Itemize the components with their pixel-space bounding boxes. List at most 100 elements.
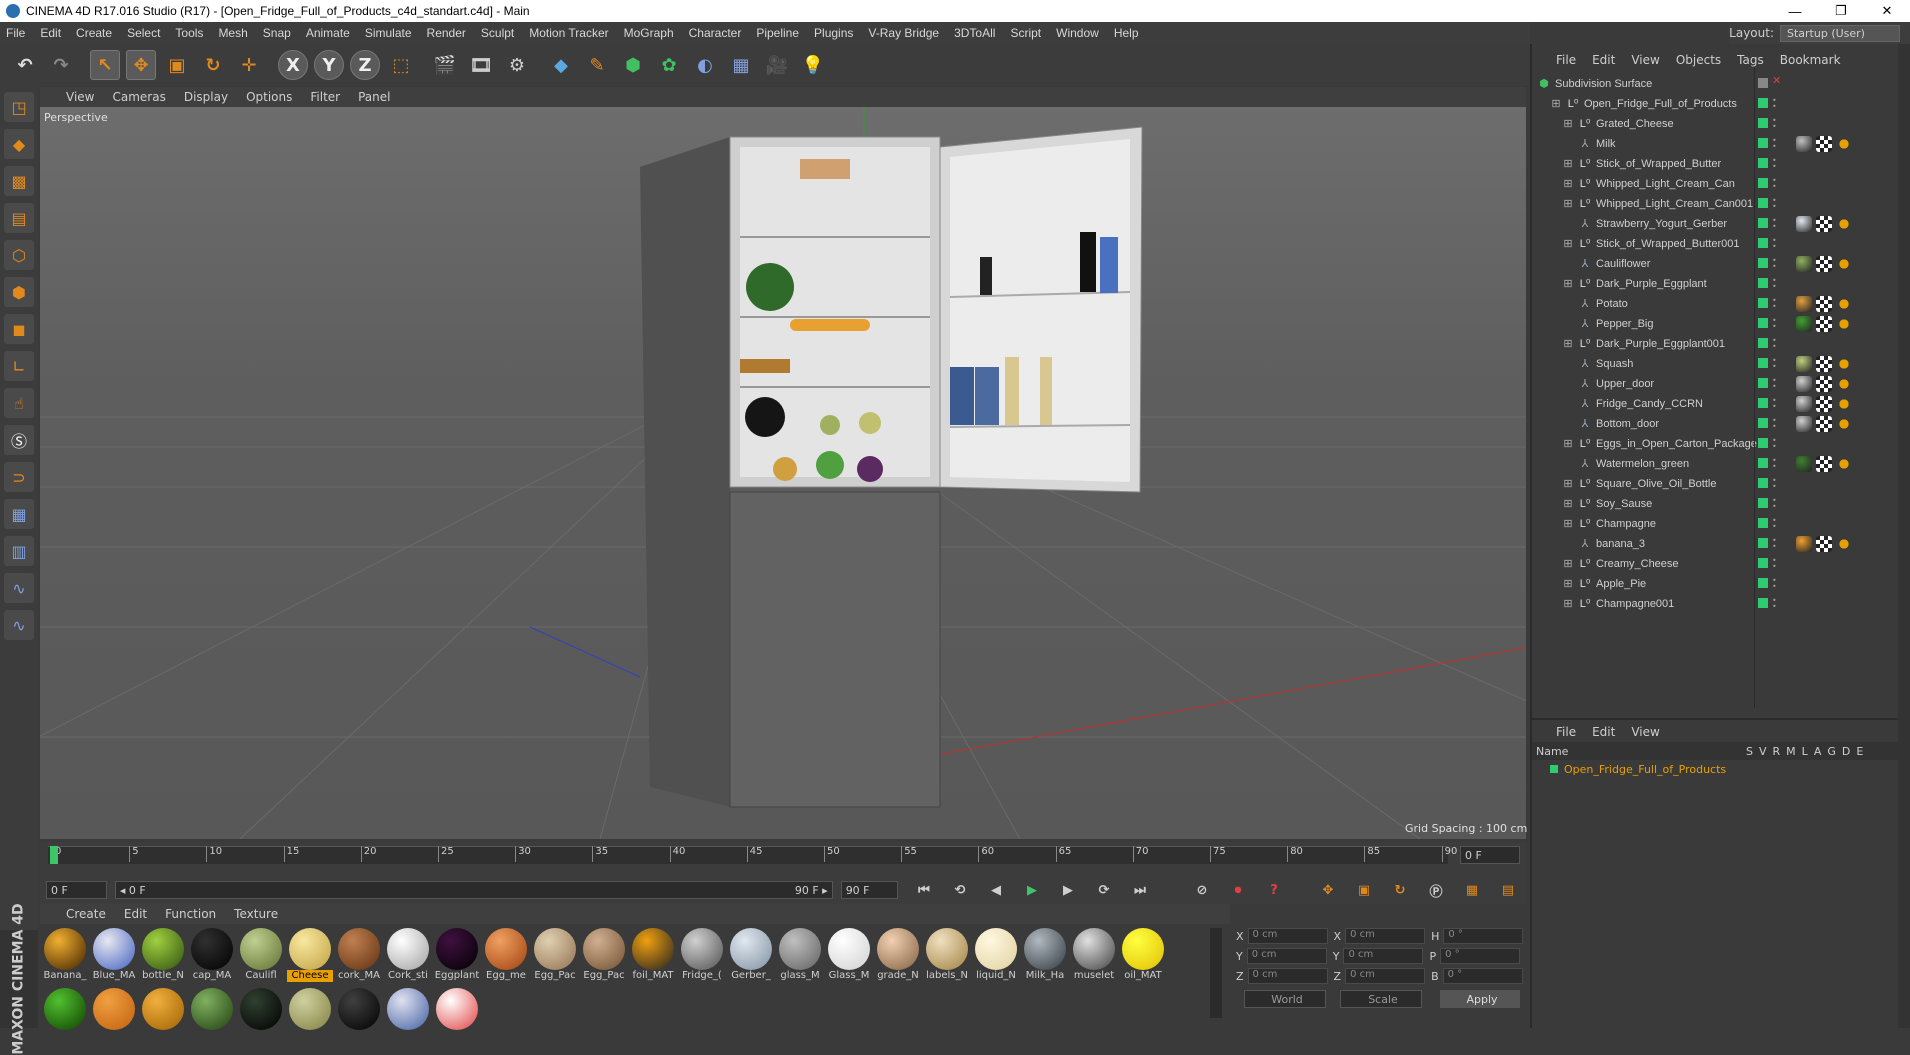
undo-button[interactable]: ↶ bbox=[10, 50, 40, 80]
layer-col-d[interactable]: D bbox=[1842, 745, 1850, 758]
material-swatch[interactable] bbox=[189, 986, 235, 1030]
scale-dropdown[interactable]: Scale bbox=[1340, 990, 1422, 1008]
material-swatch[interactable]: Blue_MA bbox=[91, 926, 137, 986]
texture-tag-icon[interactable] bbox=[1836, 296, 1852, 312]
material-swatch[interactable]: cap_MA bbox=[189, 926, 235, 986]
object-row[interactable]: ⊞ L⁰ Stick_of_Wrapped_Butter001 bbox=[1532, 234, 1902, 254]
layer-col-s[interactable]: S bbox=[1746, 745, 1753, 758]
python-icon[interactable]: ∿ bbox=[4, 573, 34, 603]
material-swatch[interactable]: Fridge_( bbox=[679, 926, 725, 986]
expand-icon[interactable]: ⊞ bbox=[1562, 118, 1574, 130]
polygons-mode-icon[interactable]: ◼ bbox=[4, 314, 34, 344]
menu-sculpt[interactable]: Sculpt bbox=[481, 26, 514, 40]
material-swatch[interactable]: Egg_Pac bbox=[532, 926, 578, 986]
material-swatch[interactable]: muselet bbox=[1071, 926, 1117, 986]
python-script-icon[interactable]: ∿ bbox=[4, 610, 34, 640]
autokey-icon[interactable]: ? bbox=[1262, 879, 1286, 901]
uvw-tag-icon[interactable] bbox=[1816, 256, 1832, 272]
material-swatch[interactable]: cork_MA bbox=[336, 926, 382, 986]
make-editable-icon[interactable]: ◳ bbox=[4, 92, 34, 122]
viewport-menu-options[interactable]: Options bbox=[246, 90, 292, 104]
maximize-button[interactable]: ❐ bbox=[1818, 0, 1864, 22]
viewport-menu-panel[interactable]: Panel bbox=[358, 90, 390, 104]
expand-icon[interactable] bbox=[1562, 378, 1574, 390]
uvw-tag-icon[interactable] bbox=[1816, 416, 1832, 432]
render-settings-button[interactable]: ⚙ bbox=[502, 50, 532, 80]
menu-script[interactable]: Script bbox=[1010, 26, 1041, 40]
texture-tag-icon[interactable] bbox=[1836, 356, 1852, 372]
visibility-toggle[interactable] bbox=[1758, 98, 1768, 108]
material-swatch[interactable] bbox=[42, 986, 88, 1030]
material-tag-icon[interactable] bbox=[1796, 356, 1812, 372]
material-tag-icon[interactable] bbox=[1796, 296, 1812, 312]
menu-file[interactable]: File bbox=[6, 26, 25, 40]
material-swatch[interactable]: Cheese bbox=[287, 926, 333, 986]
rotate-button[interactable]: ↻ bbox=[198, 50, 228, 80]
material-swatch[interactable]: Egg_me bbox=[483, 926, 529, 986]
visibility-toggle[interactable] bbox=[1758, 358, 1768, 368]
texture-tag-icon[interactable] bbox=[1836, 536, 1852, 552]
render-visibility-dots[interactable]: • • bbox=[1772, 217, 1777, 231]
material-swatch[interactable] bbox=[287, 986, 333, 1030]
visibility-toggle[interactable] bbox=[1758, 338, 1768, 348]
material-swatch[interactable] bbox=[385, 986, 431, 1030]
layer-row[interactable]: Open_Fridge_Full_of_Products bbox=[1532, 760, 1898, 778]
object-row[interactable]: ⊞ L⁰ Apple_Pie bbox=[1532, 574, 1902, 594]
material-swatch[interactable]: Cork_sti bbox=[385, 926, 431, 986]
current-frame-field[interactable]: 0 F bbox=[1460, 846, 1520, 864]
tweak-mode-icon[interactable]: ☝ bbox=[4, 388, 34, 418]
menu-snap[interactable]: Snap bbox=[263, 26, 291, 40]
layer-col-e[interactable]: E bbox=[1856, 745, 1863, 758]
visibility-toggle[interactable] bbox=[1758, 238, 1768, 248]
layer-menu-edit[interactable]: Edit bbox=[1592, 725, 1615, 739]
render-visibility-dots[interactable]: • • bbox=[1772, 157, 1777, 171]
coord-field[interactable]: 0 cm bbox=[1345, 968, 1426, 984]
object-menu-bookmark[interactable]: Bookmark bbox=[1780, 53, 1841, 67]
visibility-toggle[interactable] bbox=[1758, 158, 1768, 168]
expand-icon[interactable]: ⊞ bbox=[1562, 598, 1574, 610]
expand-icon[interactable] bbox=[1562, 398, 1574, 410]
object-row[interactable]: ⊞ L⁰ Dark_Purple_Eggplant bbox=[1532, 274, 1902, 294]
visibility-toggle[interactable] bbox=[1758, 318, 1768, 328]
coord-field[interactable]: 0 cm bbox=[1345, 928, 1426, 944]
visibility-toggle[interactable] bbox=[1758, 578, 1768, 588]
material-tag-icon[interactable] bbox=[1796, 136, 1812, 152]
material-swatch[interactable]: bottle_N bbox=[140, 926, 186, 986]
material-tag-icon[interactable] bbox=[1796, 376, 1812, 392]
visibility-toggle[interactable] bbox=[1758, 298, 1768, 308]
subdivision-button[interactable]: ⬢ bbox=[618, 50, 648, 80]
workplane-icon[interactable]: ▤ bbox=[4, 203, 34, 233]
layer-col-l[interactable]: L bbox=[1802, 745, 1808, 758]
render-visibility-dots[interactable]: • • bbox=[1772, 577, 1777, 591]
material-swatch[interactable]: labels_N bbox=[924, 926, 970, 986]
goto-end-icon[interactable]: ⏭ bbox=[1128, 879, 1152, 901]
prev-key-icon[interactable]: ⟲ bbox=[948, 879, 972, 901]
object-menu-tags[interactable]: Tags bbox=[1737, 53, 1764, 67]
texture-tag-icon[interactable] bbox=[1836, 316, 1852, 332]
render-visibility-dots[interactable]: • • bbox=[1772, 277, 1777, 291]
next-frame-icon[interactable]: ▶ bbox=[1056, 879, 1080, 901]
visibility-toggle[interactable] bbox=[1758, 378, 1768, 388]
perspective-viewport[interactable] bbox=[40, 87, 1526, 839]
edges-mode-icon[interactable]: ⬢ bbox=[4, 277, 34, 307]
coord-field[interactable]: 0 ° bbox=[1442, 968, 1523, 984]
material-swatch[interactable]: grade_N bbox=[875, 926, 921, 986]
material-swatch[interactable] bbox=[140, 986, 186, 1030]
material-swatch[interactable]: Eggplant bbox=[434, 926, 480, 986]
coord-field[interactable]: 0 cm bbox=[1247, 968, 1328, 984]
render-visibility-dots[interactable]: • • bbox=[1772, 457, 1777, 471]
object-row[interactable]: ⊞ L⁰ Champagne001 bbox=[1532, 594, 1902, 614]
play-icon[interactable]: ▶ bbox=[1020, 879, 1044, 901]
axis-mode-icon[interactable]: ∟ bbox=[4, 351, 34, 381]
render-visibility-dots[interactable]: • • bbox=[1772, 197, 1777, 211]
expand-icon[interactable] bbox=[1562, 538, 1574, 550]
visibility-toggle[interactable] bbox=[1758, 178, 1768, 188]
expand-icon[interactable]: ⊞ bbox=[1562, 158, 1574, 170]
visibility-toggle[interactable] bbox=[1758, 398, 1768, 408]
key-scale-icon[interactable]: ▣ bbox=[1352, 879, 1376, 901]
expand-icon[interactable]: ⊞ bbox=[1562, 498, 1574, 510]
uvw-tag-icon[interactable] bbox=[1816, 216, 1832, 232]
root-visibility[interactable] bbox=[1758, 78, 1768, 88]
material-tag-icon[interactable] bbox=[1796, 216, 1812, 232]
visibility-toggle[interactable] bbox=[1758, 138, 1768, 148]
